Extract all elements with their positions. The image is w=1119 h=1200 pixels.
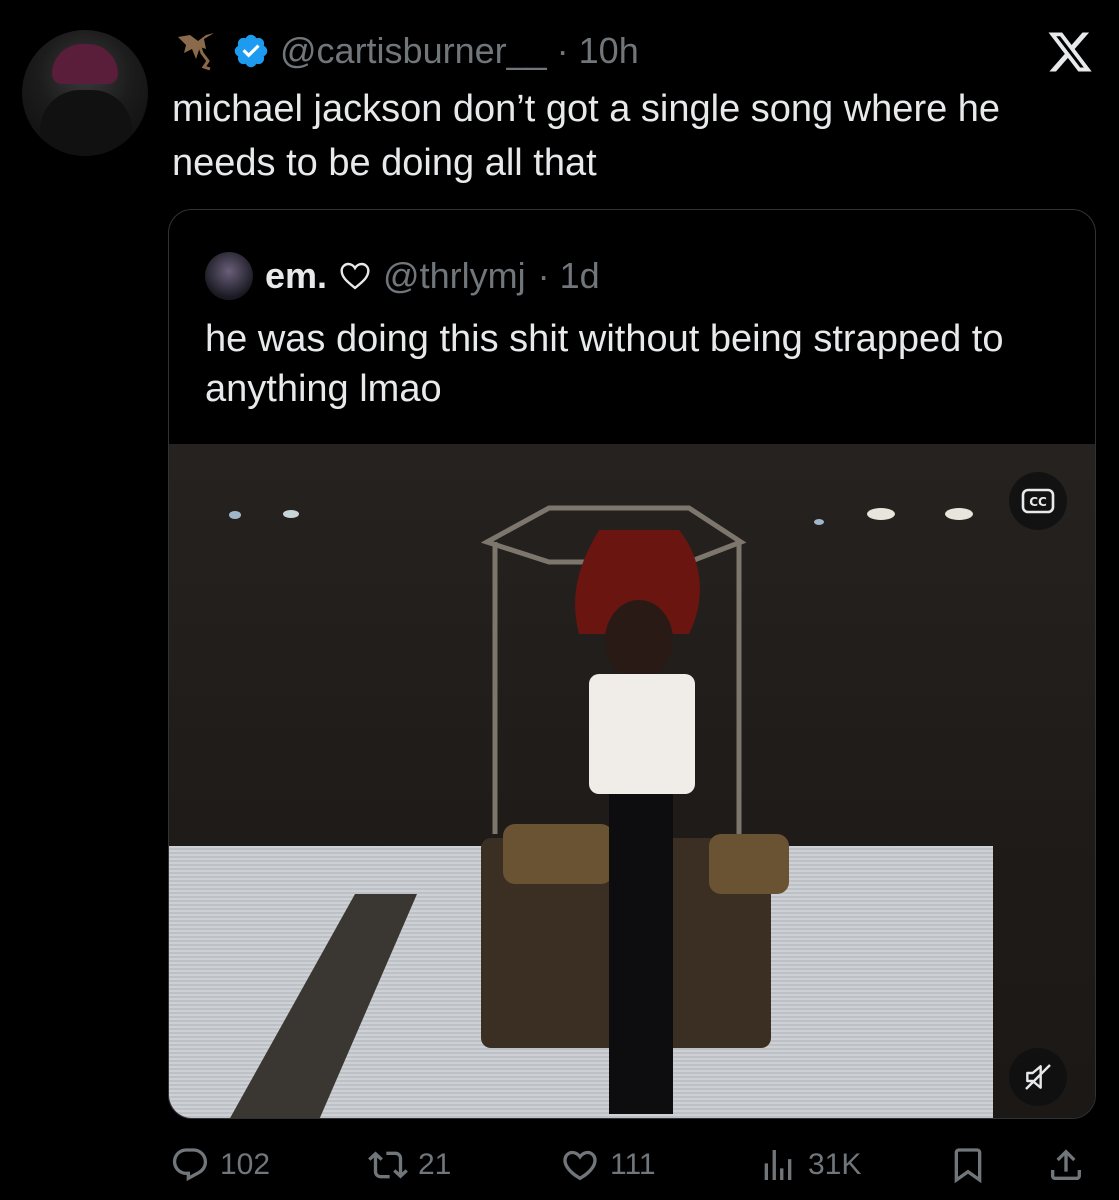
bat-emoji-icon	[178, 33, 214, 71]
muted-speaker-icon	[1025, 1064, 1051, 1090]
quoted-tweet[interactable]: em. @thrlymj · 1d he was doing this shit…	[168, 209, 1096, 1119]
like-button[interactable]: 111	[560, 1140, 656, 1190]
closed-captions-icon: CC	[1021, 488, 1055, 514]
author-avatar[interactable]	[22, 30, 148, 156]
share-button[interactable]	[1046, 1140, 1086, 1190]
video-frame	[169, 505, 993, 1118]
svg-text:CC: CC	[1029, 495, 1047, 509]
captions-button[interactable]: CC	[1009, 472, 1067, 530]
video-player[interactable]: CC	[169, 444, 1095, 1118]
share-icon	[1051, 1149, 1081, 1180]
views-chart-icon	[764, 1150, 792, 1180]
reply-count: 102	[220, 1148, 271, 1181]
quoted-tweet-text: he was doing this shit without being str…	[205, 318, 1004, 410]
author-handle[interactable]: @cartisburner__	[280, 30, 547, 72]
reply-button[interactable]: 102	[170, 1140, 270, 1190]
quoted-author-avatar[interactable]	[205, 252, 253, 300]
tweet-time[interactable]: · 10h	[557, 30, 639, 72]
tweet-text: michael jackson don’t got a single song …	[172, 88, 1001, 184]
avatar-figure	[40, 90, 132, 156]
bookmark-icon	[954, 1148, 982, 1184]
quoted-tweet-header: em. @thrlymj · 1d	[205, 252, 600, 300]
quoted-author-name[interactable]: em.	[265, 255, 327, 297]
views-button[interactable]: 31K	[758, 1140, 861, 1190]
white-heart-emoji-icon	[340, 262, 370, 290]
repost-count: 21	[418, 1148, 452, 1181]
tweet-header: @cartisburner__ · 10h	[176, 28, 639, 74]
like-count: 111	[610, 1148, 656, 1181]
x-logo-icon	[1048, 32, 1092, 72]
quoted-author-handle[interactable]: @thrlymj	[383, 255, 526, 297]
unmute-button[interactable]	[1009, 1048, 1067, 1106]
verified-badge-icon	[234, 34, 268, 68]
avatar-hood	[52, 44, 118, 84]
repost-button[interactable]: 21	[368, 1140, 451, 1190]
repost-icon	[368, 1151, 408, 1179]
tweet-action-bar: 102 21 111 31K	[0, 1140, 1119, 1190]
reply-icon	[172, 1148, 208, 1182]
quoted-tweet-time[interactable]: · 1d	[538, 255, 600, 297]
bookmark-button[interactable]	[948, 1140, 988, 1190]
view-count: 31K	[808, 1148, 862, 1181]
heart-icon	[563, 1150, 597, 1181]
